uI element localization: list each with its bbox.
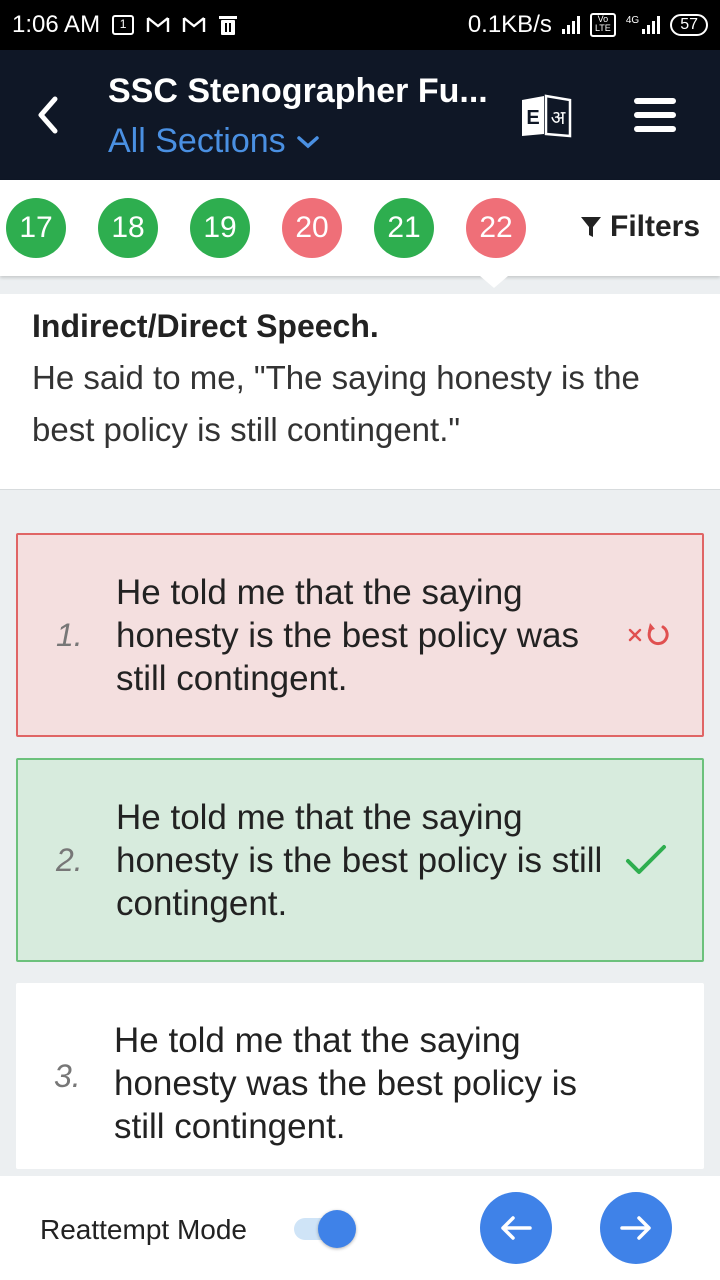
language-icon: E अ — [522, 94, 572, 138]
question-number-22[interactable]: 22 — [466, 198, 526, 258]
cell-signal-icon: 4G — [626, 16, 661, 34]
toggle-knob — [318, 1210, 356, 1248]
option-number: 1. — [56, 616, 83, 653]
filter-funnel-icon — [581, 217, 601, 237]
option-3[interactable]: 3. He told me that the saying honesty wa… — [16, 983, 704, 1169]
option-2[interactable]: 2. He told me that the saying honesty is… — [16, 758, 704, 962]
question-number-21[interactable]: 21 — [374, 198, 434, 258]
wrong-reset-icon — [624, 535, 672, 735]
question-heading: Indirect/Direct Speech. — [32, 308, 379, 344]
reattempt-mode-label: Reattempt Mode — [40, 1214, 247, 1245]
arrow-right-icon — [620, 1216, 651, 1240]
svg-text:E: E — [526, 107, 539, 129]
filters-label: Filters — [610, 210, 701, 243]
question-number-20[interactable]: 20 — [282, 198, 342, 258]
question-number-19[interactable]: 19 — [190, 198, 250, 258]
option-1[interactable]: 1. He told me that the saying honesty is… — [16, 533, 704, 737]
option-text: He told me that the saying honesty was t… — [114, 1021, 578, 1146]
filters-button[interactable]: Filters — [580, 210, 700, 244]
gmail-icon-2 — [182, 16, 206, 34]
option-text: He told me that the saying honesty is th… — [116, 798, 603, 923]
checkmark-icon — [624, 760, 668, 960]
back-arrow-icon — [38, 96, 58, 134]
notification-box-icon: 1 — [112, 15, 135, 35]
status-time: 1:06 AM — [12, 11, 101, 38]
language-toggle-button[interactable]: E अ — [520, 94, 572, 138]
option-text: He told me that the saying honesty is th… — [116, 573, 580, 698]
previous-question-button[interactable] — [480, 1192, 552, 1264]
reattempt-mode-toggle[interactable] — [294, 1210, 356, 1248]
svg-text:अ: अ — [551, 107, 566, 129]
question-number-17[interactable]: 17 — [6, 198, 66, 258]
section-selector-label: All Sections — [108, 122, 286, 160]
section-selector[interactable]: All Sections — [108, 122, 320, 161]
option-number: 2. — [56, 841, 83, 878]
arrow-left-icon — [501, 1216, 532, 1240]
page-title: SSC Stenographer Fu... — [108, 72, 488, 110]
battery-indicator: 57 — [670, 14, 708, 36]
volte-icon: Vo LTE — [589, 13, 616, 37]
question-panel: Indirect/Direct Speech. He said to me, "… — [0, 294, 720, 490]
question-text: He said to me, "The saying honesty is th… — [32, 359, 640, 448]
gmail-icon — [146, 16, 170, 34]
app-header: SSC Stenographer Fu... All Sections E अ — [0, 50, 720, 180]
hamburger-menu-icon[interactable] — [634, 98, 676, 132]
active-question-pointer — [480, 276, 508, 288]
question-nav-bar: 17 18 19 20 21 22 Filters — [0, 180, 720, 276]
trash-icon — [218, 14, 238, 36]
back-button[interactable] — [28, 90, 68, 140]
net-speed: 0.1KB/s — [467, 11, 552, 38]
next-question-button[interactable] — [600, 1192, 672, 1264]
question-number-18[interactable]: 18 — [98, 198, 158, 258]
status-bar: 1:06 AM 1 0.1KB/s Vo LTE 4G 57 — [0, 0, 720, 50]
chevron-down-icon — [296, 135, 319, 148]
bottom-bar: Reattempt Mode — [0, 1176, 720, 1280]
wifi-signal-icon — [561, 16, 580, 34]
option-number: 3. — [54, 1057, 81, 1094]
